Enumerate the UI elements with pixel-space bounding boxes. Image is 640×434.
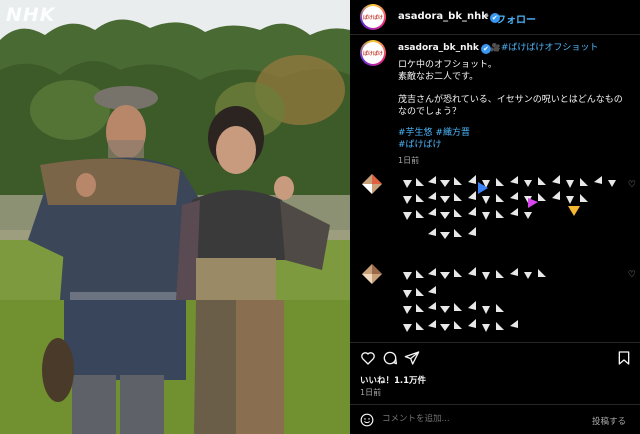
divider bbox=[350, 34, 640, 35]
comment-like-icon[interactable]: ♡ bbox=[628, 270, 636, 280]
commenter-avatar[interactable] bbox=[360, 172, 384, 196]
verified-icon: ✔ bbox=[480, 44, 491, 54]
post-time: 1日前 bbox=[360, 388, 382, 397]
camera-emoji-icon: 🎥 bbox=[490, 43, 501, 52]
caption-time: 1日前 bbox=[398, 155, 420, 165]
action-bar bbox=[360, 350, 632, 368]
post-photo[interactable]: NHK bbox=[0, 0, 350, 434]
nhk-watermark: NHK bbox=[6, 4, 56, 26]
pixelated-comment-text bbox=[403, 175, 616, 239]
caption-avatar[interactable]: ばけばけ bbox=[360, 40, 386, 66]
share-icon[interactable] bbox=[404, 350, 420, 366]
hashtag-link[interactable]: #ばけばけ bbox=[398, 139, 630, 152]
caption-body: asadora_bk_nhk ✔ 🎥#ばけばけオフショット ロケ中のオフショット。 … bbox=[398, 42, 630, 167]
post-comment-button[interactable]: 投稿する bbox=[592, 415, 626, 427]
profile-avatar[interactable]: ばけばけ bbox=[360, 4, 386, 30]
comment-input[interactable] bbox=[382, 414, 582, 424]
post-header: ばけばけ asadora_bk_nhk ✔ • フォロー bbox=[360, 2, 635, 32]
comment-like-icon[interactable]: ♡ bbox=[628, 180, 636, 190]
post-side-panel: ばけばけ asadora_bk_nhk ✔ • フォロー ばけばけ asadora… bbox=[350, 0, 640, 434]
commenter-avatar[interactable] bbox=[360, 262, 384, 286]
emoji-icon[interactable] bbox=[360, 413, 374, 427]
follow-button[interactable]: フォロー bbox=[496, 11, 536, 26]
like-count[interactable]: いいね！1.1万件 bbox=[360, 374, 426, 386]
bookmark-icon[interactable] bbox=[616, 350, 632, 366]
caption-line: ロケ中のオフショット。 bbox=[398, 59, 497, 70]
divider bbox=[350, 342, 640, 343]
caption-line: 素敵なお二人です。 bbox=[398, 72, 479, 82]
photo-illustration bbox=[0, 0, 350, 434]
separator-dot: • bbox=[484, 11, 490, 22]
comment-box: 投稿する bbox=[350, 404, 640, 434]
heart-icon[interactable] bbox=[360, 350, 376, 366]
comment-icon[interactable] bbox=[382, 350, 398, 366]
pixelated-comment-text bbox=[403, 267, 546, 332]
caption-username[interactable]: asadora_bk_nhk bbox=[398, 43, 479, 53]
hashtag-link[interactable]: #ばけばけオフショット bbox=[501, 43, 599, 53]
hashtag-link[interactable]: #芋生悠 #織方晋 bbox=[398, 127, 630, 140]
caption-line: 茂吉さんが恐れている、イセサンの呪いとはどんなものなのでしょう？ bbox=[398, 94, 623, 118]
